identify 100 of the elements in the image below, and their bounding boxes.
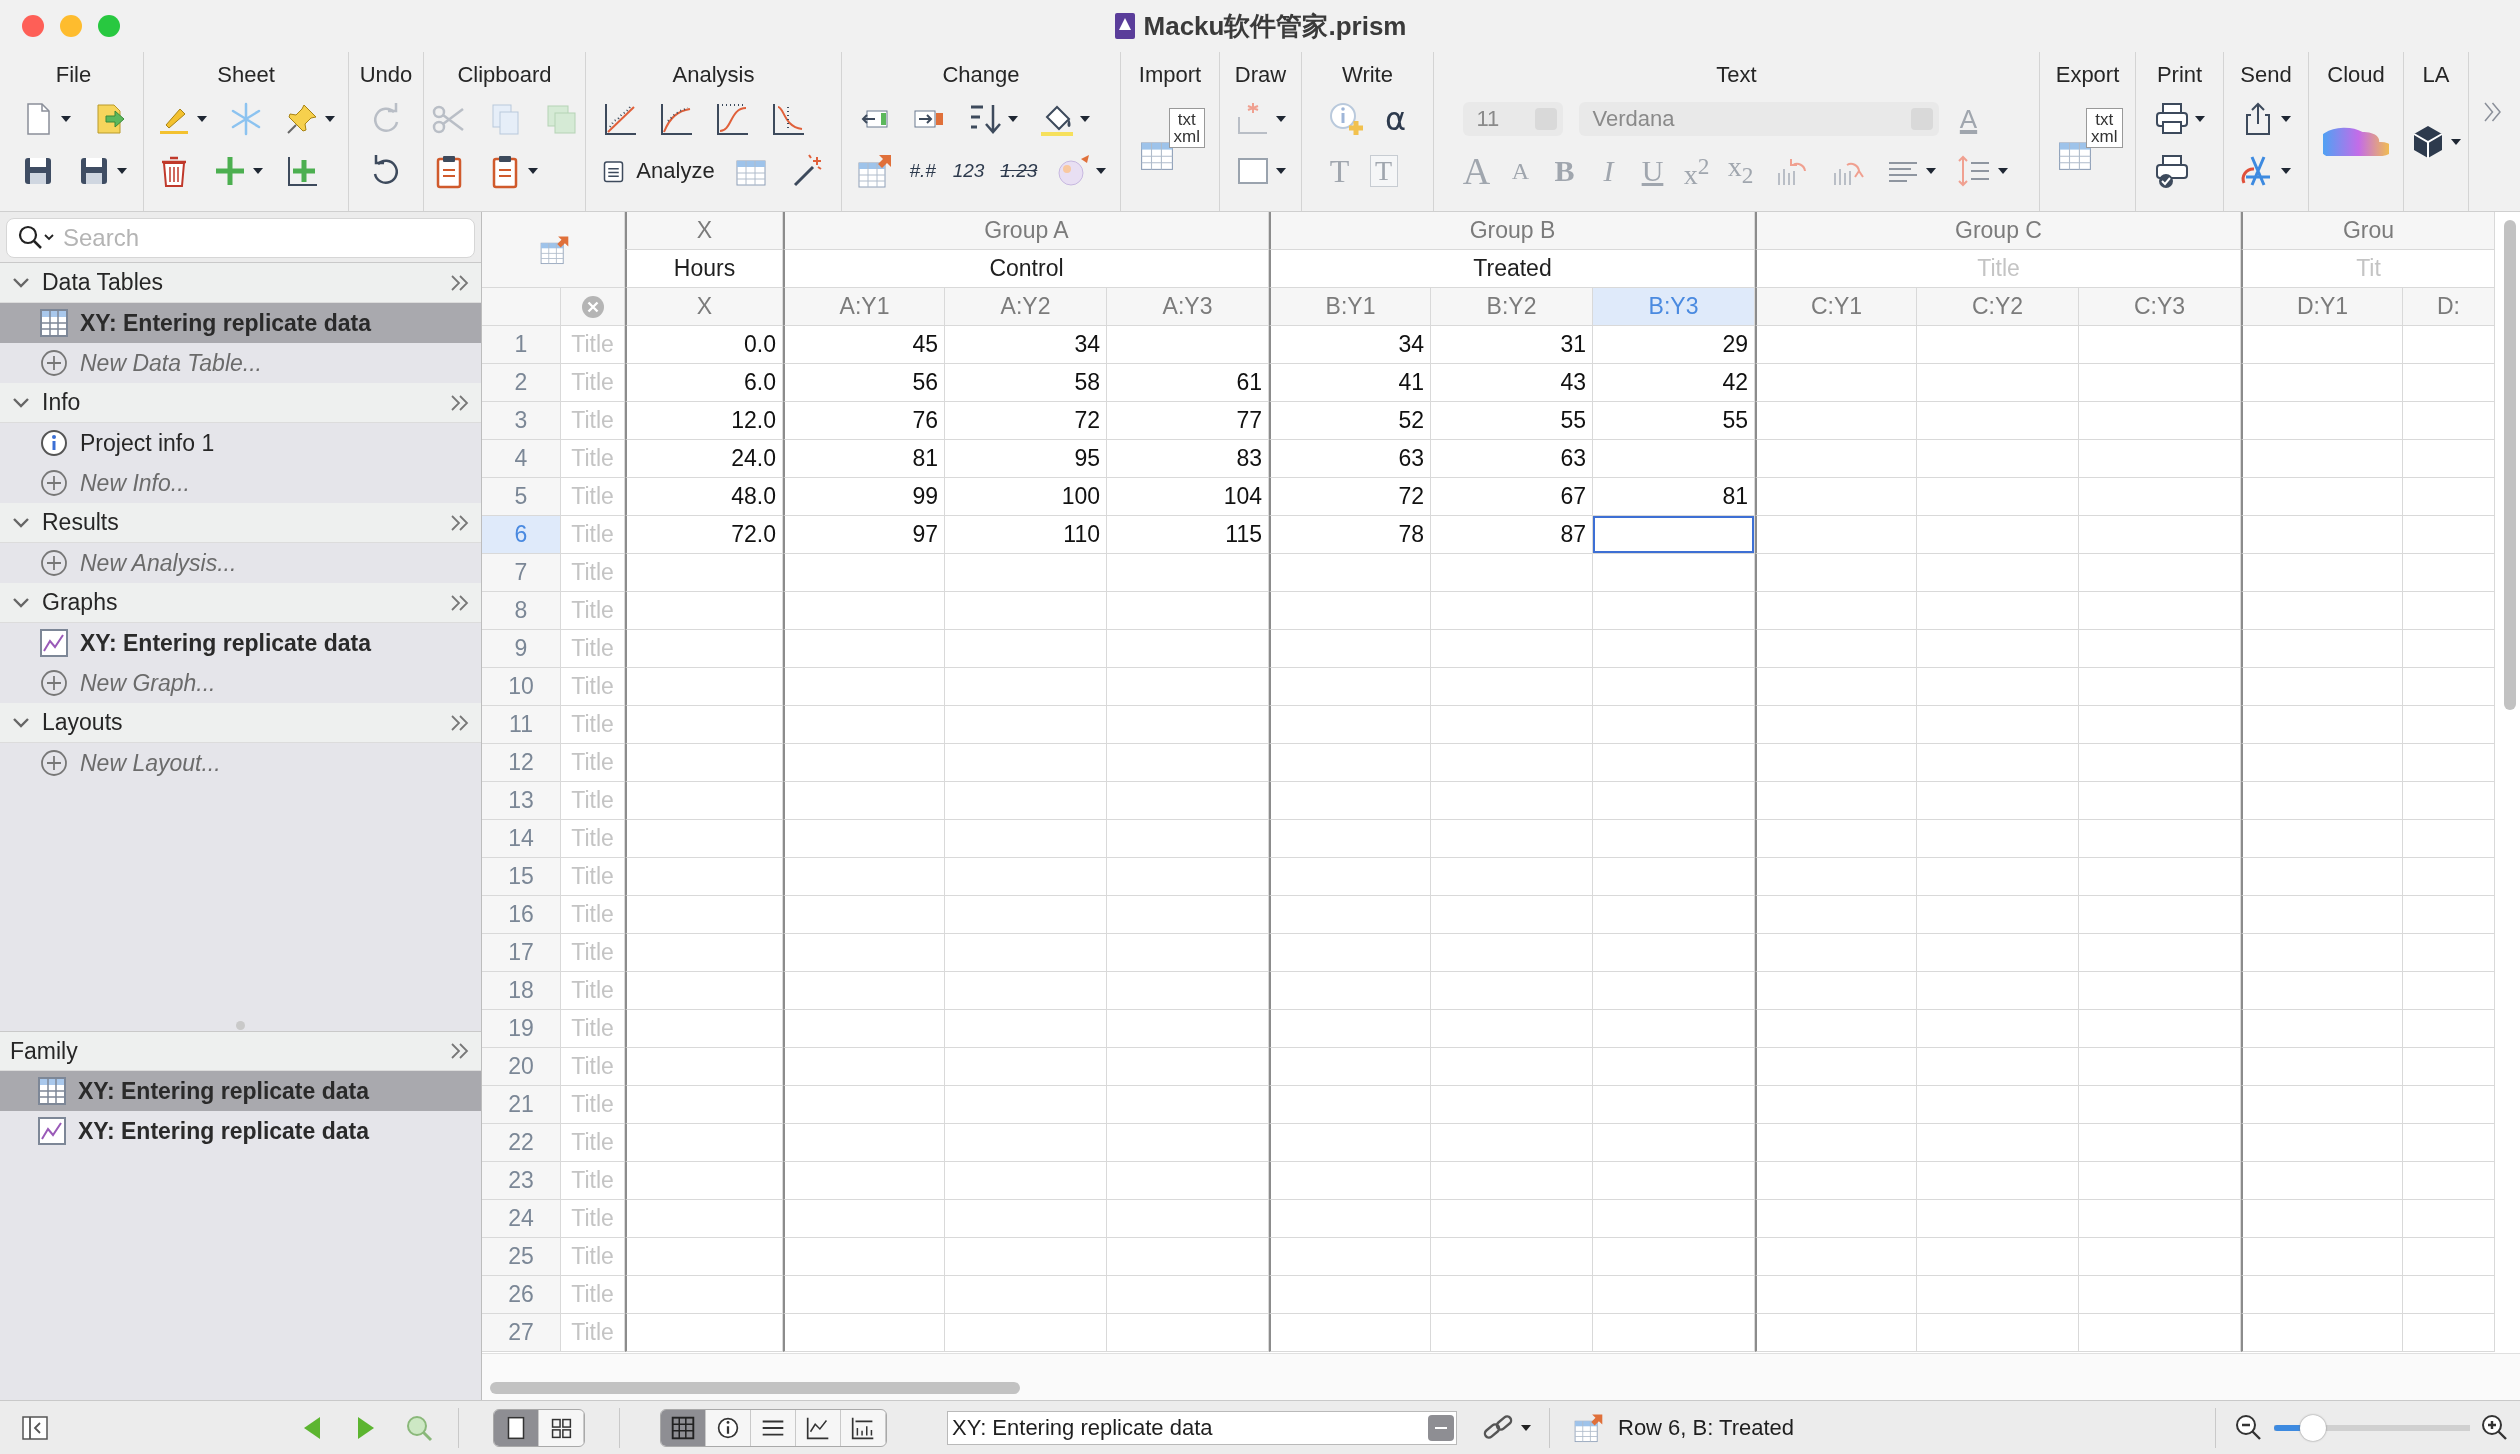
table-cell[interactable]	[2241, 1086, 2403, 1124]
table-cell[interactable]	[1431, 972, 1593, 1010]
table-cell[interactable]	[625, 972, 783, 1010]
table-cell[interactable]: 87	[1431, 516, 1593, 554]
chevron-down-icon[interactable]	[12, 595, 30, 610]
table-cell[interactable]	[625, 858, 783, 896]
row-number[interactable]: 17	[482, 934, 561, 972]
table-cell[interactable]: 24.0	[625, 440, 783, 478]
table-cell[interactable]	[2079, 782, 2241, 820]
table-cell[interactable]	[625, 554, 783, 592]
table-cell[interactable]	[2079, 364, 2241, 402]
table-cell[interactable]	[1431, 782, 1593, 820]
table-cell[interactable]: 61	[1107, 364, 1269, 402]
table-cell[interactable]: 55	[1593, 402, 1755, 440]
table-cell[interactable]	[1107, 1048, 1269, 1086]
table-cell[interactable]: 95	[945, 440, 1107, 478]
table-cell[interactable]	[945, 820, 1107, 858]
row-number[interactable]: 26	[482, 1276, 561, 1314]
column-header[interactable]: C:Y3	[2079, 288, 2241, 326]
table-cell[interactable]: 63	[1431, 440, 1593, 478]
table-cell[interactable]	[2241, 516, 2403, 554]
table-cell[interactable]: 58	[945, 364, 1107, 402]
table-cell[interactable]: 99	[783, 478, 945, 516]
table-cell[interactable]	[1269, 554, 1431, 592]
table-cell[interactable]	[1107, 1238, 1269, 1276]
table-cell[interactable]	[1431, 744, 1593, 782]
table-cell[interactable]	[1107, 744, 1269, 782]
decimal-button[interactable]: 1.23	[1000, 151, 1038, 191]
chevron-down-icon[interactable]	[12, 275, 30, 290]
table-cell[interactable]	[2079, 440, 2241, 478]
sidebar-item[interactable]: Project info 1	[0, 423, 481, 463]
table-cell[interactable]	[1269, 1200, 1431, 1238]
table-cell[interactable]	[1755, 972, 1917, 1010]
table-cell[interactable]	[1917, 516, 2079, 554]
table-cell[interactable]	[2241, 668, 2403, 706]
table-cell[interactable]	[1107, 1276, 1269, 1314]
vertical-scrollbar[interactable]	[2504, 220, 2516, 710]
table-cell[interactable]	[1107, 554, 1269, 592]
table-cell[interactable]	[1269, 820, 1431, 858]
double-chevron-icon[interactable]	[449, 1042, 471, 1060]
table-cell[interactable]	[1269, 1048, 1431, 1086]
column-header[interactable]: A:Y2	[945, 288, 1107, 326]
table-cell[interactable]	[945, 1276, 1107, 1314]
table-cell[interactable]	[625, 1010, 783, 1048]
section-header[interactable]: Data Tables	[0, 263, 481, 303]
table-cell[interactable]	[945, 1200, 1107, 1238]
table-cell[interactable]	[1593, 1124, 1755, 1162]
table-cell[interactable]	[1431, 554, 1593, 592]
row-number[interactable]: 1	[482, 326, 561, 364]
table-cell[interactable]	[945, 782, 1107, 820]
table-cell[interactable]: 0.0	[625, 326, 783, 364]
row-number[interactable]: 24	[482, 1200, 561, 1238]
table-cell[interactable]	[2079, 1086, 2241, 1124]
table-cell[interactable]	[1431, 1314, 1593, 1352]
table-cell[interactable]: 97	[783, 516, 945, 554]
table-cell[interactable]	[2241, 478, 2403, 516]
table-cell[interactable]	[2403, 934, 2495, 972]
table-cell[interactable]	[1593, 1200, 1755, 1238]
table-cell[interactable]	[1917, 782, 2079, 820]
table-cell[interactable]	[2079, 934, 2241, 972]
sidebar-item[interactable]: New Info...	[0, 463, 481, 503]
table-cell[interactable]	[1593, 934, 1755, 972]
table-cell[interactable]	[1593, 706, 1755, 744]
table-cell[interactable]	[783, 554, 945, 592]
table-cell[interactable]	[2079, 478, 2241, 516]
table-cell[interactable]	[1917, 554, 2079, 592]
table-cell[interactable]	[1431, 1048, 1593, 1086]
table-cell[interactable]	[1431, 1124, 1593, 1162]
table-cell[interactable]: 83	[1107, 440, 1269, 478]
chevron-down-icon[interactable]	[12, 715, 30, 730]
table-cell[interactable]	[2241, 896, 2403, 934]
column-header[interactable]: C:Y1	[1755, 288, 1917, 326]
table-cell[interactable]	[1593, 1010, 1755, 1048]
import-button[interactable]: txt xml	[1135, 108, 1205, 176]
shrink-font-button[interactable]: A	[1506, 151, 1535, 191]
text-button[interactable]: T	[1325, 151, 1354, 191]
table-cell[interactable]	[783, 744, 945, 782]
table-cell[interactable]	[2079, 592, 2241, 630]
table-cell[interactable]	[783, 1238, 945, 1276]
table-cell[interactable]	[625, 896, 783, 934]
table-cell[interactable]	[2403, 1124, 2495, 1162]
table-cell[interactable]	[1917, 706, 2079, 744]
table-cell[interactable]	[1755, 858, 1917, 896]
table-cell[interactable]	[1431, 668, 1593, 706]
table-cell[interactable]	[1755, 1124, 1917, 1162]
table-cell[interactable]	[1917, 858, 2079, 896]
row-number[interactable]: 19	[482, 1010, 561, 1048]
table-cell[interactable]: 81	[1593, 478, 1755, 516]
table-cell[interactable]	[2403, 668, 2495, 706]
column-header[interactable]: D:	[2403, 288, 2495, 326]
table-cell[interactable]	[945, 706, 1107, 744]
table-cell[interactable]: 56	[783, 364, 945, 402]
row-number[interactable]: 23	[482, 1162, 561, 1200]
table-cell[interactable]	[2241, 630, 2403, 668]
table-cell[interactable]	[1755, 630, 1917, 668]
table-cell[interactable]	[625, 1276, 783, 1314]
sidebar-item[interactable]: New Analysis...	[0, 543, 481, 583]
table-cell[interactable]	[2079, 1010, 2241, 1048]
table-cell[interactable]	[1593, 1162, 1755, 1200]
sidebar-item[interactable]: New Data Table...	[0, 343, 481, 383]
